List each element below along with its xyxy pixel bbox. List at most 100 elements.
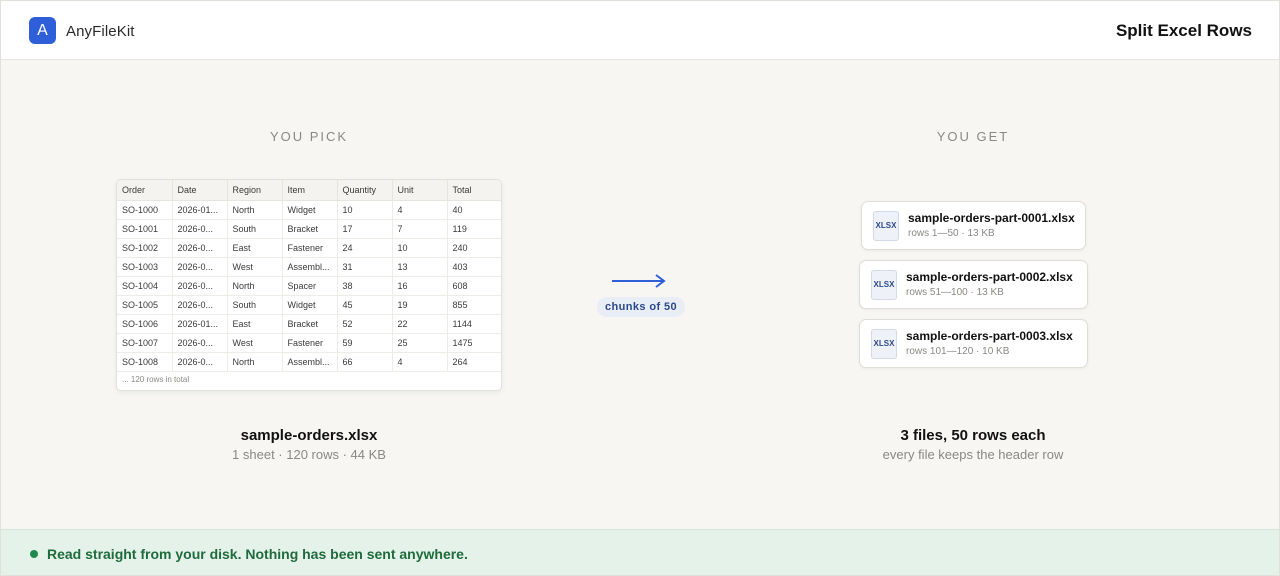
table-cell: Bracket <box>282 219 338 239</box>
table-cell: South <box>227 219 283 239</box>
table-row: SO-1006 2026-01... East Bracket 52 22 1144 <box>117 314 501 334</box>
table-cell: 22 <box>392 314 448 334</box>
table-cell: 2026-01... <box>172 314 228 334</box>
output-summary-title: 3 files, 50 rows each <box>900 427 1046 444</box>
table-cell: Widget <box>282 295 338 315</box>
output-section-title: YOU GET <box>936 129 1010 144</box>
table-cell: 52 <box>337 314 393 334</box>
table-row: SO-1003 2026-0... West Assembl... 31 13 403 <box>117 257 501 277</box>
output-file-name: sample-orders-part-0001.xlsx <box>908 211 1075 225</box>
table-cell: 403 <box>447 257 501 277</box>
output-file-meta: rows 101—120 · 10 KB <box>906 346 1010 357</box>
row-count-note: ... 120 rows in total <box>122 375 190 384</box>
table-cell: SO-1001 <box>117 219 173 239</box>
table-row: SO-1007 2026-0... West Fastener 59 25 1475 <box>117 333 501 353</box>
table-cell: 40 <box>447 200 501 220</box>
table-cell: 31 <box>337 257 393 277</box>
table-cell: 1144 <box>447 314 501 334</box>
table-row: SO-1002 2026-0... East Fastener 24 10 240 <box>117 238 501 258</box>
table-cell: South <box>227 295 283 315</box>
table-cell: 240 <box>447 238 501 258</box>
table-cell: SO-1002 <box>117 238 173 258</box>
table-row: SO-1004 2026-0... North Spacer 38 16 608 <box>117 276 501 296</box>
xlsx-file-icon: XLSX <box>871 270 897 300</box>
table-cell: North <box>227 276 283 296</box>
table-cell: 19 <box>392 295 448 315</box>
output-file-card[interactable]: XLSX sample-orders-part-0002.xlsx rows 5… <box>859 260 1088 309</box>
table-cell: SO-1000 <box>117 200 173 220</box>
column-header: Item <box>282 180 338 201</box>
table-cell: 608 <box>447 276 501 296</box>
output-file-meta: rows 51—100 · 13 KB <box>906 287 1004 298</box>
table-cell: 2026-0... <box>172 276 228 296</box>
output-file-card[interactable]: XLSX sample-orders-part-0003.xlsx rows 1… <box>859 319 1088 368</box>
output-file-name: sample-orders-part-0002.xlsx <box>906 270 1073 284</box>
table-cell: SO-1004 <box>117 276 173 296</box>
top-bar: A AnyFileKit Split Excel Rows <box>1 1 1279 60</box>
table-cell: 13 <box>392 257 448 277</box>
table-cell: 17 <box>337 219 393 239</box>
table-cell: 2026-0... <box>172 257 228 277</box>
table-cell: 1475 <box>447 333 501 353</box>
table-cell: East <box>227 314 283 334</box>
table-cell: 24 <box>337 238 393 258</box>
table-cell: SO-1005 <box>117 295 173 315</box>
privacy-status-bar: Read straight from your disk. Nothing ha… <box>1 529 1279 575</box>
table-cell: Bracket <box>282 314 338 334</box>
table-cell: Spacer <box>282 276 338 296</box>
input-section-title: YOU PICK <box>269 129 349 144</box>
column-header: Region <box>227 180 283 201</box>
table-cell: 25 <box>392 333 448 353</box>
arrow-right-icon <box>612 274 666 288</box>
table-cell: 2026-0... <box>172 295 228 315</box>
table-cell: SO-1003 <box>117 257 173 277</box>
table-cell: East <box>227 238 283 258</box>
table-cell: 855 <box>447 295 501 315</box>
table-cell: 10 <box>392 238 448 258</box>
table-body: SO-1000 2026-01... North Widget 10 4 40 SO-1001… <box>117 200 501 372</box>
output-file-card[interactable]: XLSX sample-orders-part-0001.xlsx rows 1… <box>861 201 1086 250</box>
privacy-message: Read straight from your disk. Nothing ha… <box>47 546 468 562</box>
table-cell: Widget <box>282 200 338 220</box>
table-row: SO-1001 2026-0... South Bracket 17 7 119 <box>117 219 501 239</box>
table-cell: 2026-0... <box>172 219 228 239</box>
table-cell: 4 <box>392 200 448 220</box>
table-cell: West <box>227 257 283 277</box>
output-file-meta: rows 1—50 · 13 KB <box>908 228 995 239</box>
table-cell: Fastener <box>282 333 338 353</box>
table-row: SO-1005 2026-0... South Widget 45 19 855 <box>117 295 501 315</box>
table-cell: 119 <box>447 219 501 239</box>
column-header: Unit <box>392 180 448 201</box>
table-cell: 59 <box>337 333 393 353</box>
table-cell: 10 <box>337 200 393 220</box>
app-logo-icon: A <box>29 17 56 44</box>
column-header: Quantity <box>337 180 393 201</box>
column-header: Order <box>117 180 173 201</box>
source-file-name: sample-orders.xlsx <box>240 427 378 444</box>
table-cell: 16 <box>392 276 448 296</box>
table-cell: SO-1006 <box>117 314 173 334</box>
table-cell: 7 <box>392 219 448 239</box>
output-file-name: sample-orders-part-0003.xlsx <box>906 329 1073 343</box>
table-cell: 2026-0... <box>172 238 228 258</box>
table-cell: 2026-01... <box>172 200 228 220</box>
app-window: A AnyFileKit Split Excel Rows YOU PICK O… <box>0 0 1280 576</box>
table-row: SO-1000 2026-01... North Widget 10 4 40 <box>117 200 501 220</box>
page-title: Split Excel Rows <box>1115 21 1252 40</box>
column-header: Total <box>447 180 501 201</box>
xlsx-file-icon: XLSX <box>871 329 897 359</box>
table-cell: North <box>227 200 283 220</box>
chunk-size-badge: chunks of 50 <box>597 297 686 317</box>
status-dot-icon <box>30 550 38 558</box>
table-cell: 38 <box>337 276 393 296</box>
preview-table: Order Date Region Item Quantity Unit Total SO-… <box>117 180 501 372</box>
output-summary-subtitle: every file keeps the header row <box>882 447 1064 462</box>
table-cell: West <box>227 333 283 353</box>
app-name[interactable]: AnyFileKit <box>66 23 135 40</box>
table-cell: SO-1007 <box>117 333 173 353</box>
source-file-meta: 1 sheet · 120 rows · 44 KB <box>232 447 386 462</box>
table-cell: Fastener <box>282 238 338 258</box>
column-header: Date <box>172 180 228 201</box>
table-cell: Assembl... <box>282 257 338 277</box>
table-cell: 45 <box>337 295 393 315</box>
